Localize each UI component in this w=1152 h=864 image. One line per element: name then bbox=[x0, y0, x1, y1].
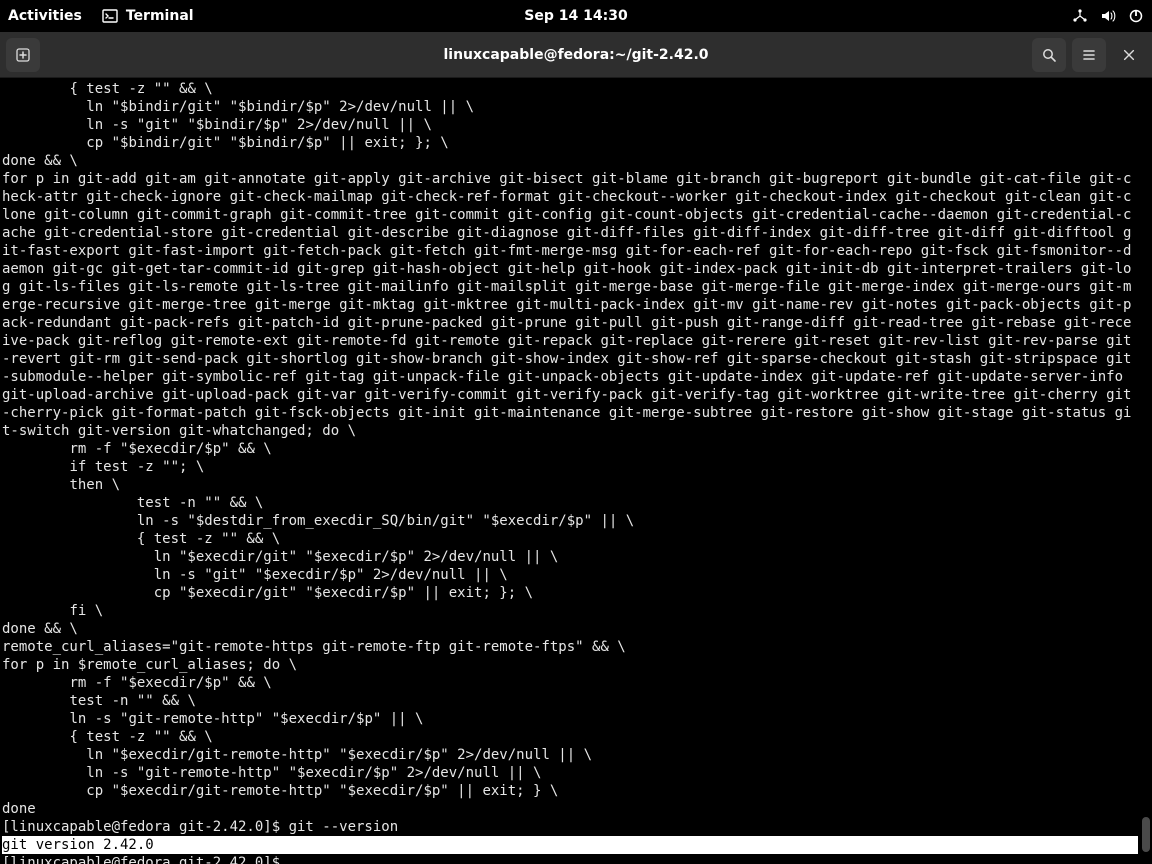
volume-icon[interactable] bbox=[1100, 8, 1116, 24]
terminal-content[interactable]: { test -z "" && \ ln "$bindir/git" "$bin… bbox=[0, 78, 1138, 864]
terminal-line: ln -s "git-remote-http" "$execdir/$p" ||… bbox=[2, 710, 1138, 728]
terminal-line: ln -s "git" "$execdir/$p" 2>/dev/null ||… bbox=[2, 566, 1138, 584]
terminal-line: test -n "" && \ bbox=[2, 692, 1138, 710]
search-button[interactable] bbox=[1032, 38, 1066, 72]
terminal-line: cp "$bindir/git" "$bindir/$p" || exit; }… bbox=[2, 134, 1138, 152]
terminal-line: done bbox=[2, 800, 1138, 818]
gnome-topbar: Activities Terminal Sep 14 14:30 bbox=[0, 0, 1152, 32]
terminal-line: remote_curl_aliases="git-remote-https gi… bbox=[2, 638, 1138, 656]
activities-button[interactable]: Activities bbox=[8, 8, 82, 24]
scrollbar-track[interactable] bbox=[1140, 78, 1152, 864]
prompt-prefix: [linuxcapable@fedora git-2.42.0]$ bbox=[2, 855, 289, 864]
terminal-line: test -n "" && \ bbox=[2, 494, 1138, 512]
terminal-line: { test -z "" && \ bbox=[2, 728, 1138, 746]
menu-button[interactable] bbox=[1072, 38, 1106, 72]
terminal-prompt-line[interactable]: [linuxcapable@fedora git-2.42.0]$ bbox=[2, 854, 1138, 864]
terminal-prompt-line: [linuxcapable@fedora git-2.42.0]$ git --… bbox=[2, 818, 1138, 836]
terminal-line: { test -z "" && \ bbox=[2, 80, 1138, 98]
scrollbar-thumb[interactable] bbox=[1142, 817, 1150, 852]
window-titlebar: linuxcapable@fedora:~/git-2.42.0 bbox=[0, 32, 1152, 78]
terminal-line: cp "$execdir/git-remote-http" "$execdir/… bbox=[2, 782, 1138, 800]
terminal-viewport[interactable]: { test -z "" && \ ln "$bindir/git" "$bin… bbox=[0, 78, 1152, 864]
terminal-line: fi \ bbox=[2, 602, 1138, 620]
terminal-line: ln -s "$destdir_from_execdir_SQ/bin/git"… bbox=[2, 512, 1138, 530]
terminal-line: if test -z ""; \ bbox=[2, 458, 1138, 476]
terminal-line: ln -s "git" "$bindir/$p" 2>/dev/null || … bbox=[2, 116, 1138, 134]
terminal-line: ln -s "git-remote-http" "$execdir/$p" 2>… bbox=[2, 764, 1138, 782]
terminal-line: for p in git-add git-am git-annotate git… bbox=[2, 170, 1138, 440]
terminal-output-line: git version 2.42.0 bbox=[2, 836, 1138, 854]
terminal-line: ln "$execdir/git-remote-http" "$execdir/… bbox=[2, 746, 1138, 764]
window-title: linuxcapable@fedora:~/git-2.42.0 bbox=[443, 47, 708, 63]
terminal-line: ln "$bindir/git" "$bindir/$p" 2>/dev/nul… bbox=[2, 98, 1138, 116]
terminal-line: cp "$execdir/git" "$execdir/$p" || exit;… bbox=[2, 584, 1138, 602]
new-tab-button[interactable] bbox=[6, 38, 40, 72]
clock[interactable]: Sep 14 14:30 bbox=[524, 8, 627, 24]
close-button[interactable] bbox=[1112, 38, 1146, 72]
app-label: Terminal bbox=[126, 8, 194, 24]
highlighted-output: git version 2.42.0 bbox=[2, 836, 1138, 854]
terminal-line: done && \ bbox=[2, 620, 1138, 638]
power-icon[interactable] bbox=[1128, 8, 1144, 24]
terminal-line: { test -z "" && \ bbox=[2, 530, 1138, 548]
terminal-line: for p in $remote_curl_aliases; do \ bbox=[2, 656, 1138, 674]
terminal-line: rm -f "$execdir/$p" && \ bbox=[2, 440, 1138, 458]
terminal-line: rm -f "$execdir/$p" && \ bbox=[2, 674, 1138, 692]
terminal-line: ln "$execdir/git" "$execdir/$p" 2>/dev/n… bbox=[2, 548, 1138, 566]
command-text: git --version bbox=[289, 819, 399, 835]
terminal-icon bbox=[102, 8, 118, 24]
network-icon[interactable] bbox=[1072, 8, 1088, 24]
terminal-line: then \ bbox=[2, 476, 1138, 494]
prompt-prefix: [linuxcapable@fedora git-2.42.0]$ bbox=[2, 819, 289, 835]
app-indicator[interactable]: Terminal bbox=[102, 8, 194, 24]
terminal-line: done && \ bbox=[2, 152, 1138, 170]
terminal-window: linuxcapable@fedora:~/git-2.42.0 { test … bbox=[0, 32, 1152, 864]
